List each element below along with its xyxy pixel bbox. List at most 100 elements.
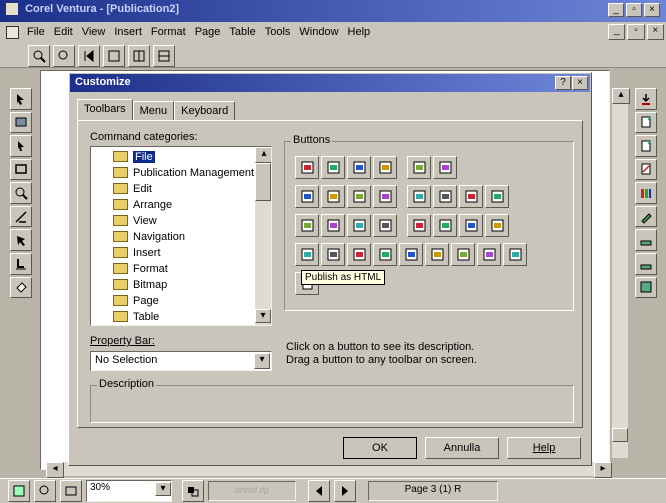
doc-arrow-2-icon[interactable] <box>635 135 657 157</box>
list-scroll-up-icon[interactable]: ▴ <box>255 147 271 163</box>
mail-recipient-icon[interactable] <box>433 214 457 237</box>
menu-table[interactable]: Table <box>229 26 255 38</box>
restore-icon[interactable]: ▫ <box>626 3 642 17</box>
doc-red-icon[interactable] <box>635 158 657 181</box>
mail-icon[interactable] <box>407 214 431 237</box>
tab-keyboard[interactable]: Keyboard <box>174 101 236 121</box>
save-all-icon[interactable] <box>321 185 345 208</box>
menu-file[interactable]: File <box>27 26 45 38</box>
zoom-dropdown-icon[interactable]: ▾ <box>155 482 171 496</box>
menu-edit[interactable]: Edit <box>54 26 73 38</box>
zoom-tool-icon[interactable] <box>10 182 32 204</box>
preview-icon[interactable] <box>451 243 475 266</box>
tray-icon[interactable] <box>635 229 657 251</box>
category-publication-management[interactable]: Publication Management <box>91 165 271 181</box>
disk-icon[interactable] <box>635 276 657 299</box>
first-page-icon[interactable] <box>78 45 100 67</box>
print-merge-icon[interactable] <box>399 243 423 266</box>
print-setup-icon[interactable] <box>433 185 457 208</box>
categories-list[interactable]: File Publication Management Edit Arrange… <box>90 146 272 326</box>
label-icon[interactable] <box>425 243 449 266</box>
menu-insert[interactable]: Insert <box>114 26 142 38</box>
table-icon[interactable] <box>153 45 175 67</box>
publish-icon[interactable] <box>373 214 397 237</box>
revert-icon[interactable] <box>459 214 483 237</box>
tag-tool-icon[interactable] <box>10 229 32 251</box>
color-bars-icon[interactable] <box>635 182 657 204</box>
frame-icon[interactable] <box>103 45 125 67</box>
doc-minimize-icon[interactable]: _ <box>608 24 626 40</box>
close-icon[interactable]: × <box>644 3 660 17</box>
dialog-close-icon[interactable]: × <box>572 76 588 90</box>
fill-tool-icon[interactable] <box>10 276 32 299</box>
view-icon[interactable] <box>8 480 30 502</box>
web-icon[interactable] <box>347 243 371 266</box>
category-view[interactable]: View <box>91 213 271 229</box>
duplicate-icon[interactable] <box>321 214 345 237</box>
menu-page[interactable]: Page <box>195 26 221 38</box>
category-file[interactable]: File <box>91 149 271 165</box>
dropdown-arrow-icon[interactable]: ▾ <box>254 353 270 369</box>
category-bitmap[interactable]: Bitmap <box>91 277 271 293</box>
zoom-page-icon[interactable] <box>34 480 56 502</box>
vertical-scrollbar[interactable]: ▴ <box>612 88 630 458</box>
scroll-up-icon[interactable]: ▴ <box>612 88 630 104</box>
next-page-icon[interactable] <box>334 480 356 502</box>
zoom-in-icon[interactable] <box>28 45 50 67</box>
printer-icon[interactable] <box>477 243 501 266</box>
acquire-icon[interactable] <box>485 214 509 237</box>
menu-view[interactable]: View <box>82 26 106 38</box>
freehand-tool-icon[interactable] <box>10 205 32 228</box>
category-navigation[interactable]: Navigation <box>91 229 271 245</box>
category-table[interactable]: Table <box>91 309 271 325</box>
print-preview-icon[interactable] <box>459 185 483 208</box>
category-page[interactable]: Page <box>91 293 271 309</box>
acrobat-icon[interactable] <box>321 243 345 266</box>
menu-format[interactable]: Format <box>151 26 186 38</box>
categories-scrollbar[interactable]: ▴ ▾ <box>255 147 271 325</box>
page-setup-icon[interactable] <box>347 214 371 237</box>
save-icon[interactable] <box>295 185 319 208</box>
scroll-thumb[interactable] <box>612 428 628 442</box>
prev-page-icon[interactable] <box>308 480 330 502</box>
ok-button[interactable]: OK <box>343 437 417 459</box>
menu-tools[interactable]: Tools <box>265 26 291 38</box>
tray-2-icon[interactable] <box>635 252 657 275</box>
pen-icon[interactable] <box>635 205 657 228</box>
category-insert[interactable]: Insert <box>91 245 271 261</box>
print-icon[interactable] <box>407 185 431 208</box>
cancel-button[interactable]: Annulla <box>425 437 499 459</box>
layout-icon[interactable] <box>128 45 150 67</box>
rectangle-tool-icon[interactable] <box>10 158 32 181</box>
property-bar-select[interactable]: No Selection ▾ <box>90 351 272 371</box>
minimize-icon[interactable]: _ <box>608 3 624 17</box>
help-button[interactable]: Help <box>507 437 581 459</box>
menu-help[interactable]: Help <box>348 26 371 38</box>
doc-close-icon[interactable]: × <box>646 24 664 40</box>
copy-page-icon[interactable] <box>295 214 319 237</box>
menu-window[interactable]: Window <box>299 26 338 38</box>
close-doc-icon[interactable] <box>347 185 371 208</box>
open-folder-icon[interactable] <box>373 156 397 179</box>
pick-tool-icon[interactable] <box>10 88 32 110</box>
new-blank-icon[interactable] <box>321 156 345 179</box>
scroll-left-icon[interactable]: ◂ <box>46 462 64 478</box>
open-icon[interactable] <box>347 156 371 179</box>
category-format[interactable]: Format <box>91 261 271 277</box>
list-scroll-down-icon[interactable]: ▾ <box>255 309 271 323</box>
category-arrange[interactable]: Arrange <box>91 197 271 213</box>
export-icon[interactable] <box>433 156 457 179</box>
send-icon[interactable] <box>485 185 509 208</box>
doc-restore-icon[interactable]: ▫ <box>627 24 645 40</box>
globe-icon[interactable] <box>295 243 319 266</box>
html-icon[interactable] <box>373 243 397 266</box>
context-help-icon[interactable]: ? <box>555 76 571 90</box>
zoom-out-icon[interactable] <box>53 45 75 67</box>
new-doc-icon[interactable] <box>295 156 319 179</box>
save-as-icon[interactable] <box>373 185 397 208</box>
list-scroll-thumb[interactable] <box>255 163 271 201</box>
tab-toolbars[interactable]: Toolbars <box>77 99 133 121</box>
tab-menu[interactable]: Menu <box>132 101 175 121</box>
select-tool-icon[interactable] <box>10 135 32 157</box>
zoom-width-icon[interactable] <box>60 480 82 502</box>
